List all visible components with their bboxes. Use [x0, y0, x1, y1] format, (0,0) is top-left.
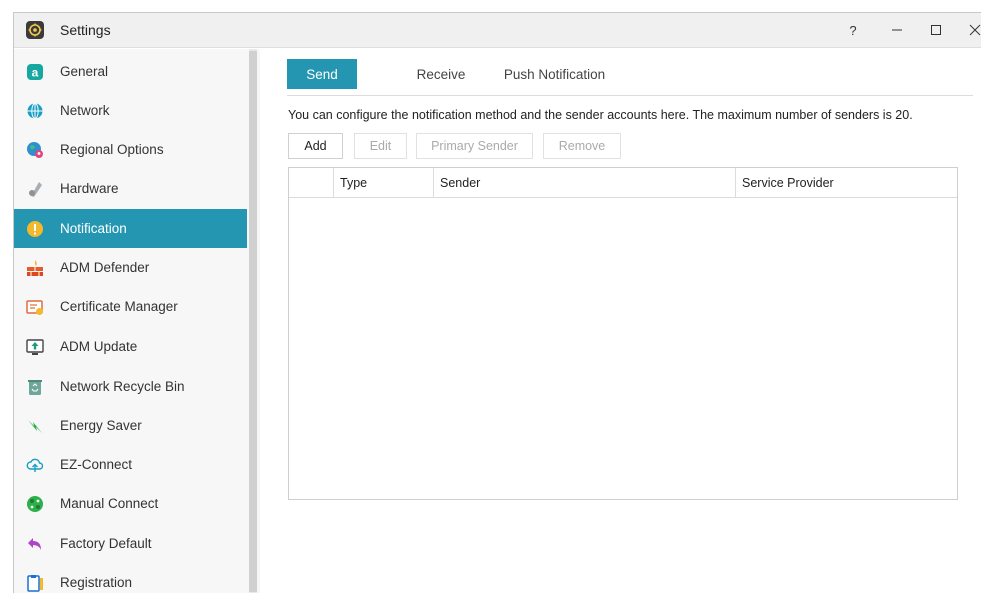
sidebar-item-label: General	[60, 64, 109, 79]
sidebar-item-adm-update[interactable]: ADM Update	[14, 327, 247, 366]
tab-push-notification[interactable]: Push Notification	[492, 59, 617, 89]
column-header-select[interactable]	[289, 168, 333, 198]
energy-icon	[26, 417, 44, 435]
sidebar-item-label: Network Recycle Bin	[60, 379, 185, 394]
sidebar-item-label: Network	[60, 103, 110, 118]
main-panel: Send Receive Push Notification You can c…	[260, 49, 981, 593]
sidebar-item-label: Notification	[60, 221, 127, 236]
title-bar: Settings ?	[14, 13, 981, 48]
settings-app-icon	[26, 21, 44, 39]
add-button[interactable]: Add	[288, 133, 343, 159]
sidebar-item-general[interactable]: a General	[14, 52, 247, 91]
minimize-icon	[892, 29, 902, 31]
update-icon	[26, 338, 44, 356]
sidebar-item-label: Registration	[60, 575, 133, 590]
sidebar: a General Network Regional Options Hardw…	[14, 49, 260, 593]
remove-button[interactable]: Remove	[543, 133, 621, 159]
sidebar-item-registration[interactable]: Registration	[14, 563, 247, 593]
sidebar-item-label: EZ-Connect	[60, 457, 133, 472]
column-header-service-provider[interactable]: Service Provider	[735, 168, 957, 198]
window-title: Settings	[60, 22, 111, 38]
sidebar-item-label: Hardware	[60, 181, 119, 196]
maximize-icon	[931, 25, 941, 35]
help-button[interactable]: ?	[840, 17, 866, 43]
sidebar-item-label: ADM Update	[60, 339, 138, 354]
maximize-button[interactable]	[923, 17, 949, 43]
undo-icon	[26, 535, 44, 553]
sidebar-item-adm-defender[interactable]: ADM Defender	[14, 248, 247, 287]
sidebar-item-label: Certificate Manager	[60, 299, 178, 314]
regional-globe-icon	[26, 141, 44, 159]
sidebar-item-network[interactable]: Network	[14, 91, 247, 130]
senders-table: Type Sender Service Provider	[288, 167, 958, 500]
description-text: You can configure the notification metho…	[288, 108, 913, 122]
general-icon: a	[26, 63, 44, 81]
sidebar-item-regional-options[interactable]: Regional Options	[14, 130, 247, 169]
sidebar-item-certificate-manager[interactable]: Certificate Manager	[14, 287, 247, 326]
svg-text:a: a	[32, 65, 39, 79]
certificate-icon	[26, 298, 44, 316]
tab-receive[interactable]: Receive	[401, 59, 481, 89]
sidebar-item-label: Factory Default	[60, 536, 152, 551]
globe-icon	[26, 102, 44, 120]
sidebar-item-ez-connect[interactable]: EZ-Connect	[14, 445, 247, 484]
sidebar-item-factory-default[interactable]: Factory Default	[14, 524, 247, 563]
column-header-sender[interactable]: Sender	[433, 168, 735, 198]
sidebar-item-energy-saver[interactable]: Energy Saver	[14, 406, 247, 445]
sidebar-item-network-recycle-bin[interactable]: Network Recycle Bin	[14, 367, 247, 406]
edit-button[interactable]: Edit	[354, 133, 407, 159]
table-header: Type Sender Service Provider	[289, 168, 957, 198]
registration-icon	[26, 574, 44, 592]
column-header-type[interactable]: Type	[333, 168, 433, 198]
exclamation-icon	[26, 220, 44, 238]
close-button[interactable]	[962, 17, 981, 43]
sidebar-item-hardware[interactable]: Hardware	[14, 169, 247, 208]
primary-sender-button[interactable]: Primary Sender	[416, 133, 533, 159]
close-icon	[969, 24, 981, 36]
settings-window: Settings ? a General Network Regional Op…	[13, 12, 981, 593]
sidebar-item-label: Manual Connect	[60, 496, 159, 511]
cloud-upload-icon	[26, 456, 44, 474]
recycle-bin-icon	[26, 378, 44, 396]
sidebar-item-label: ADM Defender	[60, 260, 150, 275]
hardware-icon	[26, 180, 44, 198]
sidebar-item-label: Energy Saver	[60, 418, 142, 433]
help-icon: ?	[849, 22, 857, 38]
tab-send[interactable]: Send	[287, 59, 357, 89]
sidebar-scrollbar-thumb[interactable]	[249, 51, 257, 592]
minimize-button[interactable]	[884, 17, 910, 43]
sidebar-item-label: Regional Options	[60, 142, 164, 157]
firewall-icon	[26, 259, 44, 277]
tab-divider	[287, 95, 973, 96]
sidebar-item-notification[interactable]: Notification	[14, 209, 247, 248]
manual-connect-icon	[26, 495, 44, 513]
sidebar-item-manual-connect[interactable]: Manual Connect	[14, 484, 247, 523]
